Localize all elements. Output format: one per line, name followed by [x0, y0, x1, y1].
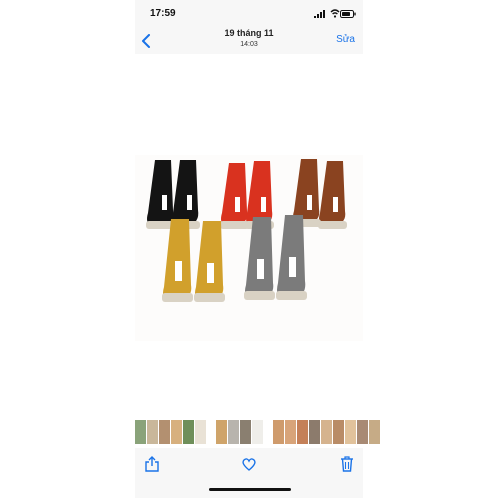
thumbnail-gap — [264, 420, 272, 444]
thumbnail-strip[interactable] — [135, 420, 380, 444]
thumbnail-item[interactable] — [228, 420, 239, 444]
signal-icon — [314, 10, 325, 18]
photo-date-title: 19 tháng 11 — [224, 28, 274, 38]
thumbnail-item[interactable] — [171, 420, 182, 444]
thumbnail-item[interactable] — [216, 420, 227, 444]
wifi-icon — [330, 9, 340, 18]
thumbnail-item[interactable] — [357, 420, 368, 444]
thumbnail-item[interactable] — [309, 420, 320, 444]
thumbnail-item[interactable] — [273, 420, 284, 444]
thumbnail-item[interactable] — [369, 420, 380, 444]
thumbnail-item[interactable] — [285, 420, 296, 444]
thumbnail-gap — [207, 420, 215, 444]
product-photo[interactable] — [135, 155, 363, 341]
thumbnail-item[interactable] — [135, 420, 146, 444]
thumbnail-item[interactable] — [297, 420, 308, 444]
heart-icon[interactable] — [241, 455, 257, 473]
share-icon[interactable] — [144, 455, 160, 473]
status-bar: 17:59 — [135, 0, 363, 26]
edit-button[interactable]: Sửa — [336, 34, 355, 45]
thumbnail-item[interactable] — [240, 420, 251, 444]
thumbnail-item[interactable] — [159, 420, 170, 444]
battery-icon — [340, 10, 356, 18]
thumbnail-item[interactable] — [321, 420, 332, 444]
trash-icon[interactable] — [339, 455, 355, 473]
thumbnail-item[interactable] — [195, 420, 206, 444]
thumbnail-item[interactable] — [183, 420, 194, 444]
thumbnail-item[interactable] — [333, 420, 344, 444]
thumbnail-item[interactable] — [345, 420, 356, 444]
photo-viewer-screen: 17:59 19 tháng 11 14:03 Sửa — [135, 0, 380, 498]
thumbnail-item[interactable] — [252, 420, 263, 444]
status-time: 17:59 — [150, 8, 176, 19]
home-indicator — [209, 488, 291, 491]
thumbnail-item[interactable] — [147, 420, 158, 444]
bottom-toolbar — [135, 448, 363, 498]
navigation-bar: 19 tháng 11 14:03 Sửa — [135, 26, 363, 54]
photo-time-subtitle: 14:03 — [240, 41, 258, 48]
